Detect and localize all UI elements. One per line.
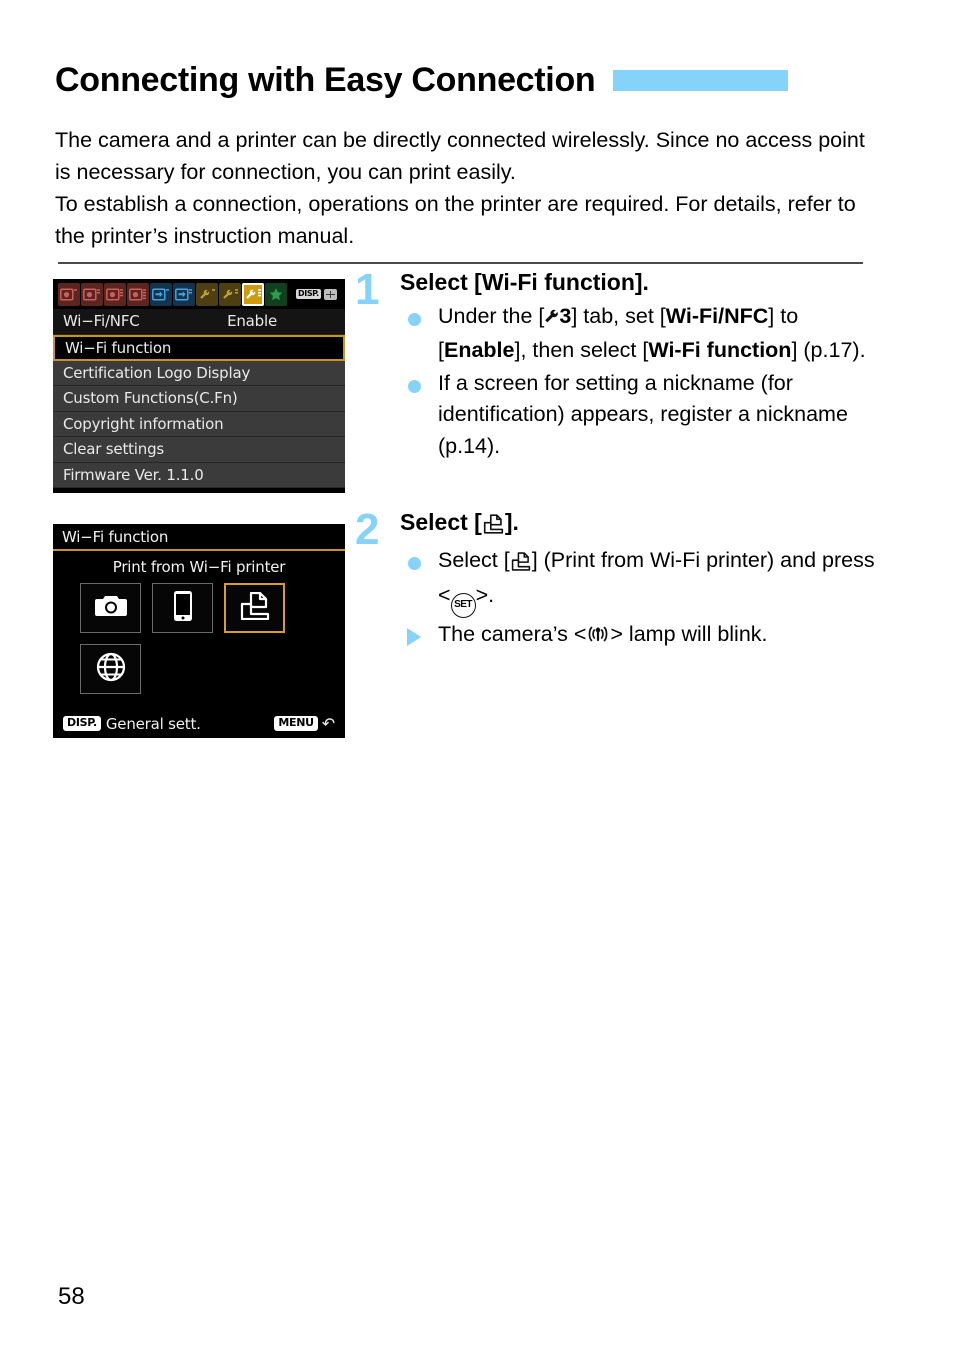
wifi-option-smartphone[interactable] bbox=[152, 583, 213, 633]
general-settings-label: General sett. bbox=[105, 714, 201, 733]
intro-paragraph-2: To establish a connection, operations on… bbox=[55, 192, 856, 248]
bullet-dot-icon bbox=[408, 379, 421, 393]
printer-icon bbox=[510, 549, 532, 581]
disp-badge: DISP. bbox=[296, 289, 321, 299]
menu-row-wifi-nfc[interactable]: Wi−Fi/NFC Enable bbox=[53, 309, 345, 335]
step-2-heading: Select []. bbox=[400, 508, 875, 541]
list-item: The camera’s < > lamp will blink. bbox=[400, 619, 875, 653]
wifi-option-web-service[interactable] bbox=[80, 644, 141, 694]
printer-icon bbox=[482, 512, 505, 541]
menu-row-copyright-information[interactable]: Copyright information bbox=[53, 411, 345, 437]
intro-paragraph-1: The camera and a printer can be directly… bbox=[55, 128, 865, 184]
camera-menu-screenshot: DISP. Wi−Fi/NFC Enable Wi−Fi function Ce… bbox=[53, 279, 345, 493]
menu-row-label: Certification Logo Display bbox=[63, 363, 251, 382]
menu-row-label: Clear settings bbox=[63, 440, 165, 459]
wifi-screen-footer: DISP. General sett. MENU ↶ bbox=[53, 714, 345, 733]
wifi-lamp-icon bbox=[586, 621, 610, 653]
tab-setup-1[interactable] bbox=[196, 282, 218, 306]
wifi-screen-header: Wi−Fi function bbox=[53, 524, 345, 551]
manual-page: Connecting with Easy Connection The came… bbox=[0, 0, 954, 1345]
menu-tab-strip: DISP. bbox=[53, 279, 345, 309]
menu-row-value: Enable bbox=[227, 312, 277, 331]
intro-text: The camera and a printer can be directly… bbox=[55, 124, 867, 252]
list-item: Under the [3] tab, set [Wi-Fi/NFC] to [E… bbox=[400, 301, 875, 367]
menu-row-wifi-function[interactable]: Wi−Fi function bbox=[53, 334, 345, 361]
page-title-row: Connecting with Easy Connection bbox=[55, 61, 885, 99]
tab-playback-1[interactable] bbox=[150, 282, 172, 306]
title-accent-bar bbox=[613, 70, 789, 92]
menu-row-label: Wi−Fi function bbox=[65, 338, 172, 357]
smartphone-icon bbox=[173, 590, 193, 626]
step-1-heading: Select [Wi-Fi function]. bbox=[400, 269, 649, 295]
wifi-function-screenshot: Wi−Fi function Print from Wi−Fi printer bbox=[53, 524, 345, 738]
menu-row-label: Custom Functions(C.Fn) bbox=[63, 389, 238, 408]
list-item: If a screen for setting a nickname (for … bbox=[400, 368, 875, 463]
wifi-option-printer[interactable] bbox=[224, 583, 285, 633]
camera-icon bbox=[94, 593, 128, 623]
step-1: 1 Select [Wi-Fi function]. Under the [3]… bbox=[355, 268, 875, 463]
bullet-dot-icon bbox=[408, 556, 421, 570]
tab-setup-3[interactable] bbox=[242, 282, 264, 306]
step-2-bullets: Select [] (Print from Wi-Fi printer) and… bbox=[400, 545, 875, 653]
step-1-number: 1 bbox=[355, 265, 380, 314]
menu-badge[interactable]: MENU bbox=[274, 716, 318, 731]
return-arrow-icon: ↶ bbox=[321, 714, 335, 733]
tab-shooting-2[interactable] bbox=[81, 282, 103, 306]
menu-row-label: Firmware Ver. 1.1.0 bbox=[63, 465, 204, 484]
menu-row-certification-logo-display[interactable]: Certification Logo Display bbox=[53, 360, 345, 386]
section-divider bbox=[58, 262, 863, 264]
menu-disp-indicator: DISP. bbox=[296, 288, 337, 300]
tab-setup-2[interactable] bbox=[219, 282, 241, 306]
page-title: Connecting with Easy Connection bbox=[55, 61, 596, 99]
globe-icon bbox=[96, 652, 126, 686]
tab-my-menu[interactable] bbox=[265, 282, 287, 306]
wifi-option-grid bbox=[53, 583, 318, 694]
tab-shooting-4[interactable] bbox=[127, 282, 149, 306]
wrench-icon bbox=[544, 304, 559, 336]
menu-rows: Wi−Fi/NFC Enable Wi−Fi function Certific… bbox=[53, 309, 345, 488]
wifi-screen-title: Wi−Fi function bbox=[62, 527, 169, 546]
tab-shooting-1[interactable] bbox=[58, 282, 80, 306]
list-item: Select [] (Print from Wi-Fi printer) and… bbox=[400, 545, 875, 619]
set-button-icon: SET bbox=[450, 593, 476, 619]
wifi-option-camera[interactable] bbox=[80, 583, 141, 633]
bullet-dot-icon bbox=[408, 312, 421, 326]
step-1-bullets: Under the [3] tab, set [Wi-Fi/NFC] to [E… bbox=[400, 301, 875, 463]
step-2-number: 2 bbox=[355, 505, 380, 554]
step-2: 2 Select []. Select [] (Print from Wi-Fi… bbox=[355, 508, 875, 654]
step-1-bullet-2-text: If a screen for setting a nickname (for … bbox=[438, 370, 848, 458]
grid-icon bbox=[323, 288, 337, 300]
menu-row-clear-settings[interactable]: Clear settings bbox=[53, 437, 345, 463]
tab-playback-2[interactable] bbox=[173, 282, 195, 306]
menu-row-custom-functions[interactable]: Custom Functions(C.Fn) bbox=[53, 386, 345, 412]
page-number: 58 bbox=[58, 1283, 85, 1310]
menu-row-firmware-version[interactable]: Firmware Ver. 1.1.0 bbox=[53, 462, 345, 488]
bullet-triangle-icon bbox=[407, 628, 421, 647]
tab-shooting-3[interactable] bbox=[104, 282, 126, 306]
printer-icon bbox=[238, 591, 272, 624]
menu-row-label: Wi−Fi/NFC bbox=[63, 312, 140, 331]
wifi-selected-option-label: Print from Wi−Fi printer bbox=[112, 558, 286, 576]
disp-badge[interactable]: DISP. bbox=[63, 716, 101, 731]
menu-row-label: Copyright information bbox=[63, 414, 224, 433]
